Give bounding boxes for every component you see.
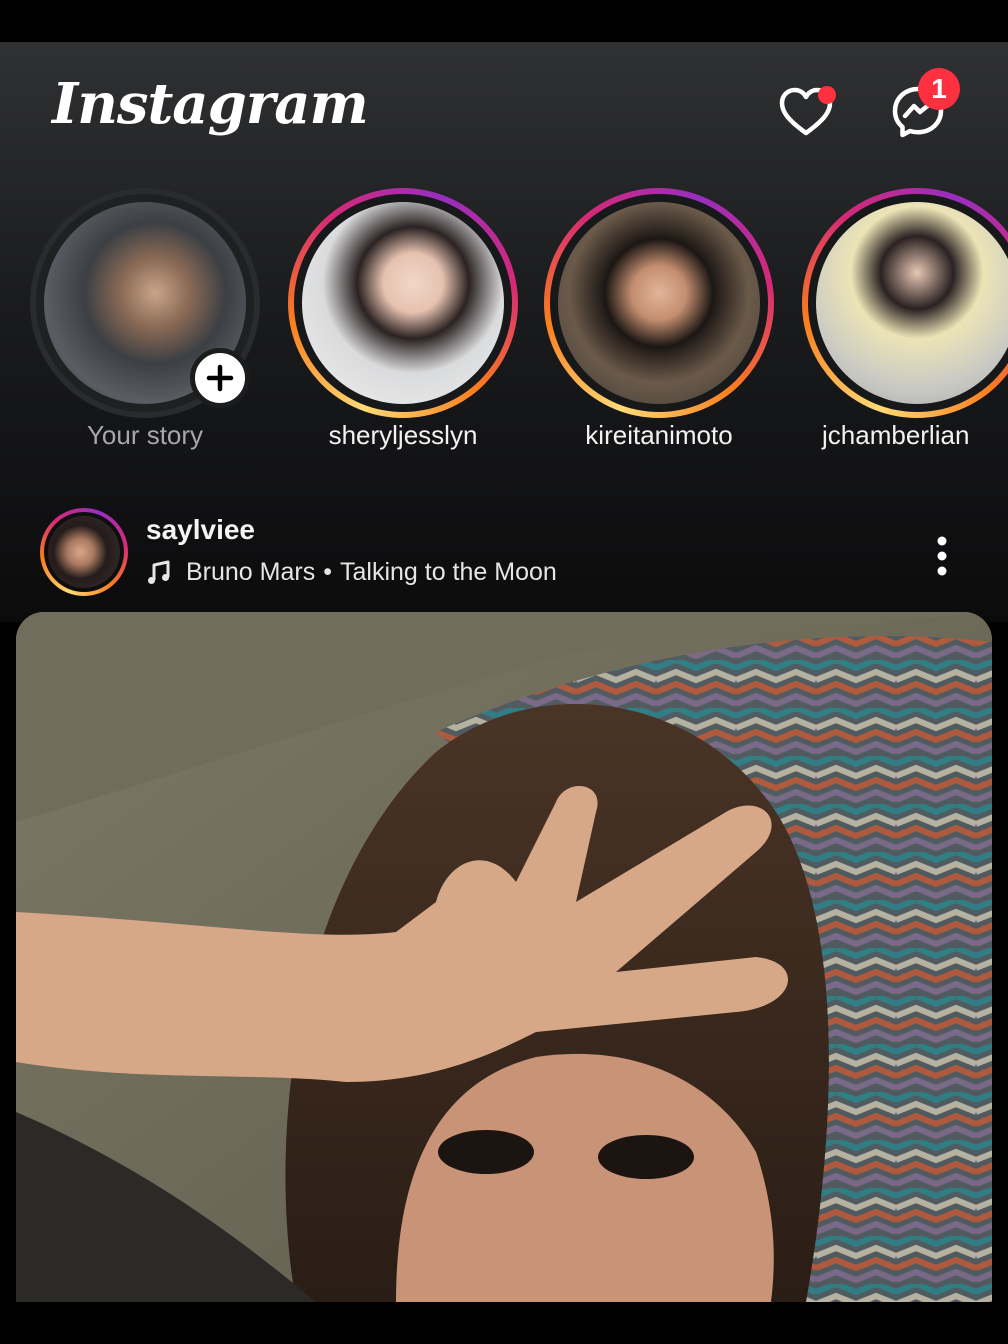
avatar [558,202,760,404]
post-author-avatar[interactable] [40,508,128,596]
story-ring [288,188,518,418]
post-options-button[interactable] [918,526,966,586]
story-ring [802,188,1008,418]
plus-icon [206,364,234,392]
instagram-logo[interactable]: Instagram [52,64,369,144]
avatar [816,202,1008,404]
messages-button[interactable]: 1 [886,68,960,144]
top-bar: Instagram 1 [0,42,1008,182]
story-jchamberlian[interactable]: jchamberlian [802,188,1008,478]
post-username[interactable]: saylviee [146,514,255,546]
activity-button[interactable] [774,80,838,144]
post-photo [16,612,992,1302]
story-ring [544,188,774,418]
post-header: saylviee Bruno Mars • Talking to the Moo… [0,506,1008,610]
post-audio-link[interactable]: Bruno Mars • Talking to the Moon [146,558,557,587]
story-kireitanimoto[interactable]: kireitanimoto [544,188,784,478]
story-sheryljesslyn[interactable]: sheryljesslyn [288,188,528,478]
post-image[interactable] [16,612,992,1302]
audio-artist: Bruno Mars [186,558,316,586]
audio-song: Talking to the Moon [339,558,557,586]
audio-separator: • [323,558,332,586]
more-vertical-icon [937,536,947,576]
stories-tray[interactable]: Your story sheryljesslyn kireitanimoto j… [0,188,1008,488]
avatar [48,516,120,588]
add-story-button[interactable] [190,348,250,408]
messages-badge: 1 [918,68,960,110]
story-username: kireitanimoto [585,420,733,450]
story-your-story[interactable]: Your story [30,188,270,478]
avatar [302,202,504,404]
story-username: jchamberlian [822,420,970,450]
instagram-app: Instagram 1 Your story sheryljesslyn kir… [0,42,1008,1302]
story-username: Your story [86,420,204,450]
music-note-icon [146,560,172,586]
activity-notification-dot [818,86,836,104]
story-username: sheryljesslyn [328,420,478,450]
